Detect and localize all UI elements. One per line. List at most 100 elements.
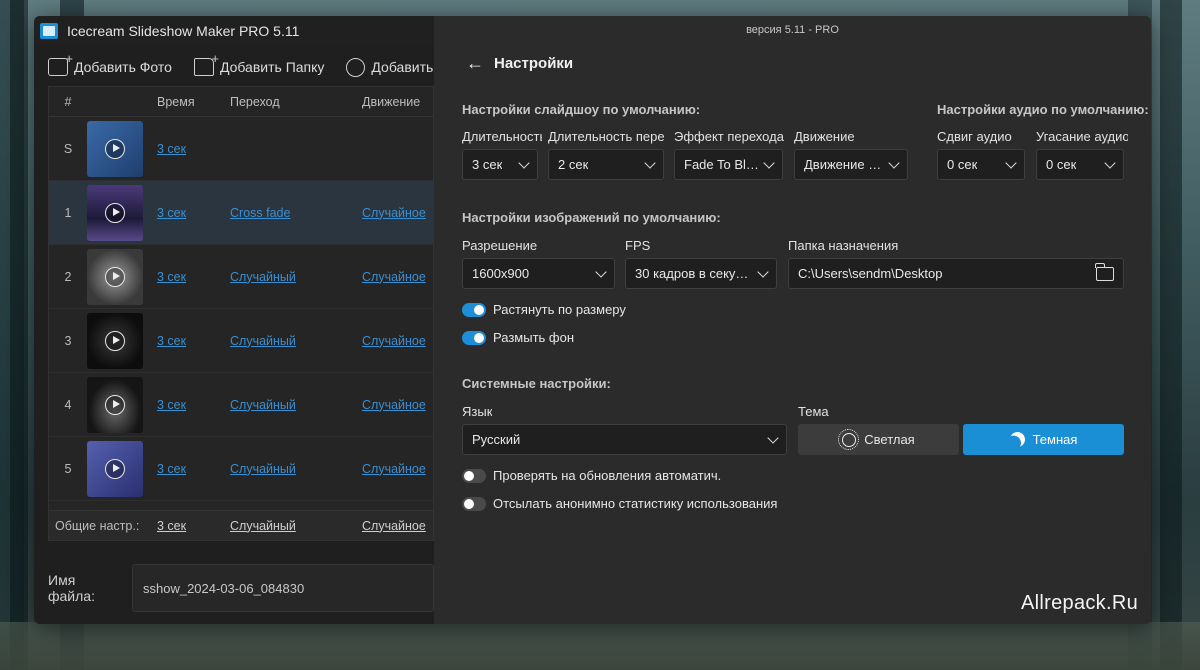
blur-bg-toggle[interactable] bbox=[462, 330, 486, 345]
back-button[interactable]: ← Настройки bbox=[466, 54, 573, 72]
transition-effect-label: Эффект перехода bbox=[674, 129, 784, 144]
table-row[interactable]: 1 3 сек Cross fade Случайное bbox=[49, 181, 433, 245]
row-transition[interactable]: Случайный bbox=[230, 270, 296, 284]
row-time[interactable]: 3 сек bbox=[157, 206, 186, 220]
row-number: 4 bbox=[64, 397, 72, 412]
general-time[interactable]: 3 сек bbox=[157, 519, 186, 533]
add-photo-button[interactable]: Добавить Фото bbox=[48, 51, 172, 76]
play-icon[interactable] bbox=[105, 330, 125, 351]
add-folder-icon bbox=[193, 51, 219, 76]
table-row[interactable]: S 3 сек bbox=[49, 117, 433, 181]
slide-thumbnail[interactable] bbox=[87, 312, 143, 369]
language-select[interactable]: Русский bbox=[462, 424, 787, 455]
row-number: 2 bbox=[64, 269, 72, 284]
dest-folder-label: Папка назначения bbox=[788, 238, 899, 253]
add-color-button[interactable]: Добавить Ц bbox=[346, 57, 448, 77]
filename-label: Имя файла: bbox=[48, 572, 95, 604]
audio-shift-select[interactable]: 0 сек bbox=[937, 149, 1025, 180]
chevron-down-icon bbox=[1005, 156, 1017, 169]
row-transition[interactable]: Случайный bbox=[230, 462, 296, 476]
table-row[interactable]: 4 3 сек Случайный Случайное bbox=[49, 373, 433, 437]
fps-label: FPS bbox=[625, 238, 651, 253]
table-row[interactable]: 5 3 сек Случайный Случайное bbox=[49, 437, 433, 501]
row-transition[interactable]: Случайный bbox=[230, 334, 296, 348]
stretch-toggle[interactable] bbox=[462, 302, 486, 317]
audio-fade-select[interactable]: 0 сек bbox=[1036, 149, 1124, 180]
version-label: версия 5.11 - PRO bbox=[746, 24, 839, 36]
transition-duration-value: 2 сек bbox=[558, 157, 589, 172]
send-stats-toggle[interactable] bbox=[462, 496, 486, 511]
filename-input[interactable]: sshow_2024-03-06_084830 bbox=[132, 564, 434, 612]
motion-select[interactable]: Движение в... bbox=[794, 149, 908, 180]
motion-label: Движение bbox=[794, 129, 855, 144]
row-transition[interactable]: Cross fade bbox=[230, 206, 290, 220]
row-motion[interactable]: Случайное bbox=[362, 462, 426, 476]
row-motion[interactable]: Случайное bbox=[362, 206, 426, 220]
chevron-down-icon bbox=[595, 265, 607, 278]
dest-folder-field[interactable]: C:\Users\sendm\Desktop bbox=[788, 258, 1124, 289]
play-icon[interactable] bbox=[105, 202, 125, 223]
language-value: Русский bbox=[472, 432, 521, 447]
folder-open-icon[interactable] bbox=[1095, 262, 1114, 281]
slide-thumbnail[interactable] bbox=[87, 376, 143, 433]
col-num-header: # bbox=[64, 94, 72, 109]
play-icon[interactable] bbox=[105, 394, 125, 415]
app-logo-icon bbox=[40, 23, 58, 39]
row-time[interactable]: 3 сек bbox=[157, 398, 186, 412]
system-section-title: Системные настройки: bbox=[462, 376, 611, 391]
fps-value: 30 кадров в секунду bbox=[635, 266, 753, 281]
slide-thumbnail[interactable] bbox=[87, 184, 143, 241]
auto-update-toggle[interactable] bbox=[462, 468, 486, 483]
settings-title: Настройки bbox=[494, 54, 574, 72]
general-transition[interactable]: Случайный bbox=[230, 519, 296, 533]
theme-label: Тема bbox=[798, 404, 829, 419]
row-motion[interactable]: Случайное bbox=[362, 334, 426, 348]
row-time[interactable]: 3 сек bbox=[157, 270, 186, 284]
chevron-down-icon bbox=[518, 156, 530, 169]
row-number: 3 bbox=[64, 333, 72, 348]
theme-dark-button[interactable]: Темная bbox=[963, 424, 1124, 455]
audio-shift-label: Сдвиг аудио bbox=[937, 129, 1012, 144]
watermark: Allrepack.Ru bbox=[1021, 592, 1138, 614]
resolution-select[interactable]: 1600x900 bbox=[462, 258, 615, 289]
play-icon[interactable] bbox=[105, 138, 125, 159]
general-settings-label: Общие настр.: bbox=[55, 518, 140, 533]
row-motion[interactable]: Случайное bbox=[362, 398, 426, 412]
row-time[interactable]: 3 сек bbox=[157, 334, 186, 348]
chevron-down-icon bbox=[1104, 156, 1116, 169]
add-image-icon bbox=[48, 51, 73, 76]
fps-select[interactable]: 30 кадров в секунду bbox=[625, 258, 777, 289]
row-number: S bbox=[63, 141, 73, 156]
play-icon[interactable] bbox=[105, 458, 125, 479]
table-row[interactable]: 2 3 сек Случайный Случайное bbox=[49, 245, 433, 309]
add-folder-label: Добавить Папку bbox=[219, 59, 325, 75]
chevron-down-icon bbox=[757, 265, 769, 278]
slide-thumbnail[interactable] bbox=[87, 440, 143, 497]
table-row[interactable]: 3 3 сек Случайный Случайное bbox=[49, 309, 433, 373]
duration-label: Длительность bbox=[462, 129, 542, 144]
col-motion-header: Движение bbox=[362, 94, 421, 109]
add-folder-button[interactable]: Добавить Папку bbox=[193, 51, 325, 76]
row-time[interactable]: 3 сек bbox=[157, 142, 186, 156]
title-bar: Icecream Slideshow Maker PRO 5.11 bbox=[34, 16, 434, 46]
slide-thumbnail[interactable] bbox=[87, 248, 143, 305]
row-time[interactable]: 3 сек bbox=[157, 462, 186, 476]
audio-section-title: Настройки аудио по умолчанию: bbox=[937, 102, 1149, 117]
slide-thumbnail[interactable] bbox=[87, 120, 143, 177]
theme-light-button[interactable]: Светлая bbox=[798, 424, 959, 455]
resolution-label: Разрешение bbox=[462, 238, 538, 253]
play-icon[interactable] bbox=[105, 266, 125, 287]
general-motion[interactable]: Случайное bbox=[362, 519, 426, 533]
row-transition[interactable]: Случайный bbox=[230, 398, 296, 412]
send-stats-label: Отсылать анонимно статистику использован… bbox=[493, 496, 778, 511]
table-footer: Общие настр.: 3 сек Случайный Случайное bbox=[49, 510, 433, 540]
transition-effect-select[interactable]: Fade To Black bbox=[674, 149, 783, 180]
transition-duration-select[interactable]: 2 сек bbox=[548, 149, 664, 180]
duration-select[interactable]: 3 сек bbox=[462, 149, 538, 180]
background-tree bbox=[10, 0, 28, 670]
stretch-label: Растянуть по размеру bbox=[493, 302, 626, 317]
col-time-header: Время bbox=[157, 94, 195, 109]
theme-dark-label: Темная bbox=[1032, 432, 1078, 447]
row-motion[interactable]: Случайное bbox=[362, 270, 426, 284]
row-number: 5 bbox=[64, 461, 72, 476]
